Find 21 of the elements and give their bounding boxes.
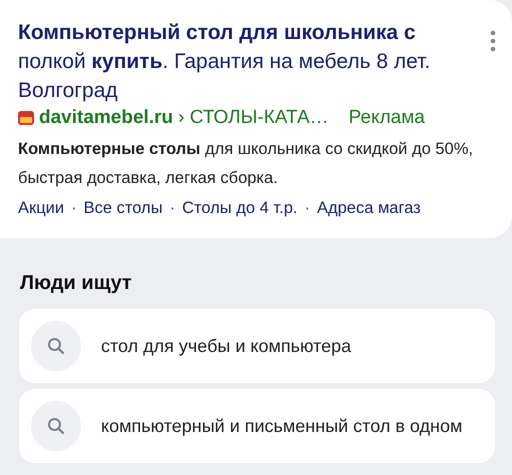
suggestion-text: стол для учебы и компьютера [101, 335, 352, 358]
separator-dot: · [170, 199, 176, 218]
search-icon [31, 321, 81, 371]
breadcrumb-path: › СТОЛЫ-КАТА… [178, 107, 329, 129]
separator-dot: · [71, 199, 77, 218]
favicon-icon [18, 111, 34, 125]
sitelink[interactable]: Акции [18, 199, 64, 218]
suggestion-text: компьютерный и письменный стол в одном [101, 415, 462, 438]
separator-dot: · [304, 199, 310, 218]
ad-description: Компьютерные столы для школьника со скидкой до 50%, быстрая доставка, легкая сборка. [18, 139, 474, 189]
sitelink[interactable]: Адреса магаз [316, 199, 421, 218]
suggestion-item[interactable]: компьютерный и письменный стол в одном [19, 389, 495, 463]
domain-link[interactable]: davitamebel.ru [39, 107, 174, 129]
ad-label: Реклама [348, 107, 425, 129]
ad-title-link[interactable]: Компьютерный стол для школьника с полкой купить. Гарантия на мебель 8 лет. Волгоград [18, 18, 468, 105]
sitelink[interactable]: Столы до 4 т.р. [182, 199, 298, 218]
suggestion-item[interactable]: стол для учебы и компьютера [19, 309, 495, 383]
section-heading: Люди ищут [20, 272, 133, 295]
search-icon [31, 401, 81, 451]
sitelink[interactable]: Все столы [84, 199, 163, 218]
more-icon[interactable] [490, 30, 496, 52]
